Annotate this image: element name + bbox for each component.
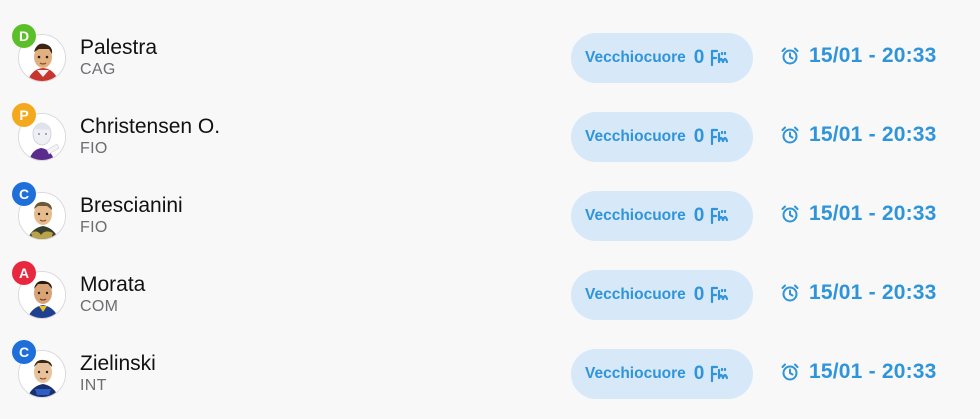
role-badge: P — [12, 103, 36, 127]
alarm-clock-icon — [780, 46, 800, 66]
expiry-time: 15/01 - 20:33 — [780, 123, 937, 147]
player-name: Zielinski — [80, 352, 156, 375]
alarm-clock-icon — [780, 125, 800, 145]
offer-pill[interactable]: Vecchiocuore 0 — [571, 33, 753, 83]
fantamilioni-icon — [710, 207, 730, 225]
expiry-time: 15/01 - 20:33 — [780, 44, 937, 68]
seller-name: Vecchiocuore — [585, 365, 686, 382]
fantamilioni-icon — [710, 286, 730, 304]
expiry-time-text: 15/01 - 20:33 — [809, 281, 937, 304]
list-item[interactable]: C Brescianini FIO Vecchiocuore 0 15/01 -… — [0, 182, 980, 261]
offer-pill[interactable]: Vecchiocuore 0 — [571, 112, 753, 162]
list-item[interactable]: A Morata COM Vecchiocuore 0 15/01 - 20:3… — [0, 261, 980, 340]
seller-name: Vecchiocuore — [585, 49, 686, 66]
offer-amount: 0 — [693, 205, 705, 226]
player-name: Palestra — [80, 36, 158, 59]
list-item[interactable]: P Christensen O. FIO Vecchiocuore 0 15/0… — [0, 103, 980, 182]
fantamilioni-icon — [710, 365, 730, 383]
offer-amount: 0 — [693, 47, 705, 68]
role-badge: C — [12, 182, 36, 206]
offer-pill[interactable]: Vecchiocuore 0 — [571, 349, 753, 399]
offer-amount: 0 — [693, 363, 705, 384]
expiry-time: 15/01 - 20:33 — [780, 360, 937, 384]
player-name: Brescianini — [80, 194, 183, 217]
fantamilioni-icon — [710, 49, 730, 67]
team-code: INT — [80, 377, 107, 394]
alarm-clock-icon — [780, 362, 800, 382]
list-item[interactable]: D Palestra CAG Vecchiocuore 0 15/01 - 20… — [0, 24, 980, 103]
player-name: Morata — [80, 273, 146, 296]
role-badge: A — [12, 261, 36, 285]
team-code: FIO — [80, 219, 108, 236]
offers-list: D Palestra CAG Vecchiocuore 0 15/01 - 20… — [0, 0, 980, 419]
expiry-time-text: 15/01 - 20:33 — [809, 360, 937, 383]
seller-name: Vecchiocuore — [585, 207, 686, 224]
seller-name: Vecchiocuore — [585, 286, 686, 303]
seller-name: Vecchiocuore — [585, 128, 686, 145]
role-badge: D — [12, 24, 36, 48]
list-item[interactable]: C Zielinski INT Vecchiocuore 0 15/01 - 2… — [0, 340, 980, 419]
alarm-clock-icon — [780, 204, 800, 224]
team-code: FIO — [80, 140, 108, 157]
expiry-time-text: 15/01 - 20:33 — [809, 44, 937, 67]
expiry-time-text: 15/01 - 20:33 — [809, 202, 937, 225]
offer-pill[interactable]: Vecchiocuore 0 — [571, 191, 753, 241]
team-code: COM — [80, 298, 119, 315]
expiry-time-text: 15/01 - 20:33 — [809, 123, 937, 146]
team-code: CAG — [80, 61, 116, 78]
alarm-clock-icon — [780, 283, 800, 303]
expiry-time: 15/01 - 20:33 — [780, 202, 937, 226]
offer-pill[interactable]: Vecchiocuore 0 — [571, 270, 753, 320]
offer-amount: 0 — [693, 126, 705, 147]
player-name: Christensen O. — [80, 115, 221, 138]
role-badge: C — [12, 340, 36, 364]
expiry-time: 15/01 - 20:33 — [780, 281, 937, 305]
fantamilioni-icon — [710, 128, 730, 146]
offer-amount: 0 — [693, 284, 705, 305]
